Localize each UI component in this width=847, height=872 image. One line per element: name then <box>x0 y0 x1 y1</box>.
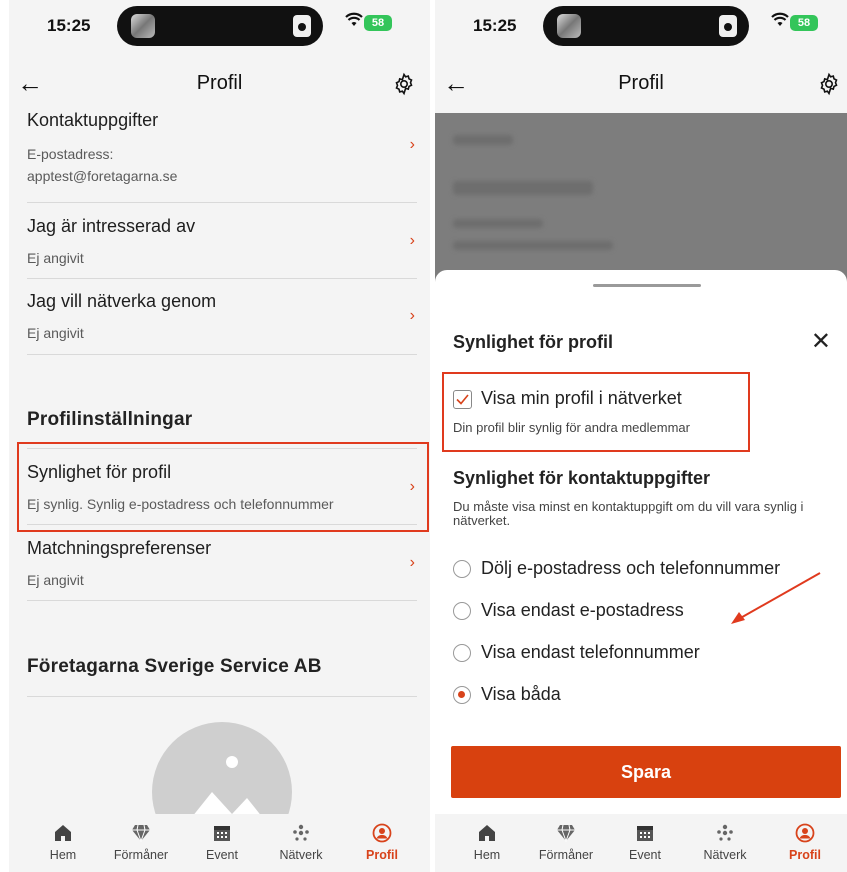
divider <box>27 600 417 601</box>
nav-home[interactable]: Hem <box>28 822 98 862</box>
contact-visibility-title: Synlighet för kontaktuppgifter <box>453 468 711 488</box>
media-thumbnail <box>557 14 581 38</box>
gear-icon[interactable] <box>392 72 416 96</box>
contact-visibility-desc: Du måste visa minst en kontaktuppgift om… <box>453 499 804 528</box>
status-time: 15:25 <box>47 16 91 35</box>
wifi-icon <box>345 12 363 33</box>
bottom-nav: Hem Förmåner Event Nätverk Profil <box>435 814 847 872</box>
network-row[interactable]: Jag vill nätverka genom Ej angivit › <box>27 291 417 344</box>
interests-title: Jag är intresserad av <box>27 216 196 236</box>
radio-circle[interactable] <box>453 560 471 578</box>
page-title: Profil <box>618 72 664 94</box>
nav-home[interactable]: Hem <box>452 822 522 862</box>
divider <box>27 202 417 203</box>
app-header: ← Profil <box>435 60 847 110</box>
home-icon <box>55 825 71 841</box>
nav-benefits[interactable]: Förmåner <box>531 822 601 862</box>
profile-icon <box>372 823 392 843</box>
calendar-icon <box>214 826 230 841</box>
page-title: Profil <box>196 72 243 94</box>
interests-value: Ej angivit <box>27 250 84 266</box>
show-profile-help: Din profil blir synlig för andra medlemm… <box>453 420 690 435</box>
divider <box>27 278 417 279</box>
chevron-right-icon: › <box>409 307 415 324</box>
highlight-box <box>442 372 750 452</box>
matching-title: Matchningspreferenser <box>27 538 212 558</box>
dynamic-island <box>117 6 323 46</box>
network-value: Ej angivit <box>27 325 84 341</box>
annotation-arrow-icon <box>731 572 821 624</box>
contact-email-label: E-postadress: <box>27 146 114 162</box>
contact-title: Kontaktuppgifter <box>27 110 159 130</box>
sheet-drag-handle[interactable] <box>593 284 701 287</box>
dimmed-background[interactable] <box>435 113 847 283</box>
matching-value: Ej angivit <box>27 572 84 588</box>
wifi-icon <box>771 12 789 33</box>
speaker-icon <box>719 15 737 37</box>
speaker-icon <box>293 15 311 37</box>
dynamic-island <box>543 6 749 46</box>
radio-circle-selected[interactable] <box>453 686 471 704</box>
nav-profile[interactable]: Profil <box>347 822 417 862</box>
nav-network[interactable]: Nätverk <box>690 822 760 862</box>
chevron-right-icon: › <box>409 232 415 249</box>
radio-circle[interactable] <box>453 644 471 662</box>
contact-email-value: apptest@foretagarna.se <box>27 168 178 184</box>
network-icon <box>293 824 309 841</box>
divider <box>27 696 417 697</box>
company-name: Företagarna Sverige Service AB <box>27 656 322 677</box>
profile-icon <box>795 823 815 843</box>
show-profile-checkbox[interactable] <box>453 390 472 409</box>
show-profile-label: Visa min profil i nätverket <box>481 388 682 408</box>
close-icon[interactable]: ✕ <box>811 330 831 354</box>
section-profile-settings: Profilinställningar <box>27 409 193 430</box>
nav-benefits[interactable]: Förmåner <box>106 822 176 862</box>
matching-row[interactable]: Matchningspreferenser Ej angivit › <box>27 538 417 591</box>
visibility-bottom-sheet: Synlighet för profil ✕ Visa min profil i… <box>435 270 847 872</box>
home-icon <box>479 825 495 841</box>
nav-event[interactable]: Event <box>610 822 680 862</box>
battery-icon: 58 <box>364 15 392 31</box>
sheet-title: Synlighet för profil <box>453 332 613 352</box>
diamond-icon <box>132 824 150 842</box>
status-bar: 15:25 58 <box>435 0 847 54</box>
contact-row[interactable]: Kontaktuppgifter E-postadress: apptest@f… <box>27 110 417 187</box>
gear-icon[interactable] <box>817 72 841 96</box>
nav-profile[interactable]: Profil <box>770 822 840 862</box>
media-thumbnail <box>131 14 155 38</box>
battery-icon: 58 <box>790 15 818 31</box>
diamond-icon <box>557 824 575 842</box>
divider <box>27 524 417 525</box>
chevron-right-icon: › <box>409 136 415 153</box>
left-screen: 15:25 58 ← Profil Kontaktuppgifter E-pos… <box>9 0 430 872</box>
divider <box>27 354 417 355</box>
highlight-box <box>17 442 429 532</box>
interests-row[interactable]: Jag är intresserad av Ej angivit › <box>27 216 417 269</box>
bottom-nav: Hem Förmåner Event Nätverk Profil <box>9 814 430 872</box>
right-screen: 15:25 58 ← Profil Synlighet för profil ✕ <box>435 0 847 872</box>
nav-network[interactable]: Nätverk <box>266 822 336 862</box>
network-title: Jag vill nätverka genom <box>27 291 217 311</box>
nav-event[interactable]: Event <box>187 822 257 862</box>
status-bar: 15:25 58 <box>9 0 430 54</box>
network-icon <box>717 824 733 841</box>
status-time: 15:25 <box>473 16 517 35</box>
app-header: ← Profil <box>9 60 430 110</box>
chevron-right-icon: › <box>409 554 415 571</box>
radio-circle[interactable] <box>453 602 471 620</box>
save-button[interactable]: Spara <box>451 746 841 798</box>
calendar-icon <box>637 826 653 841</box>
